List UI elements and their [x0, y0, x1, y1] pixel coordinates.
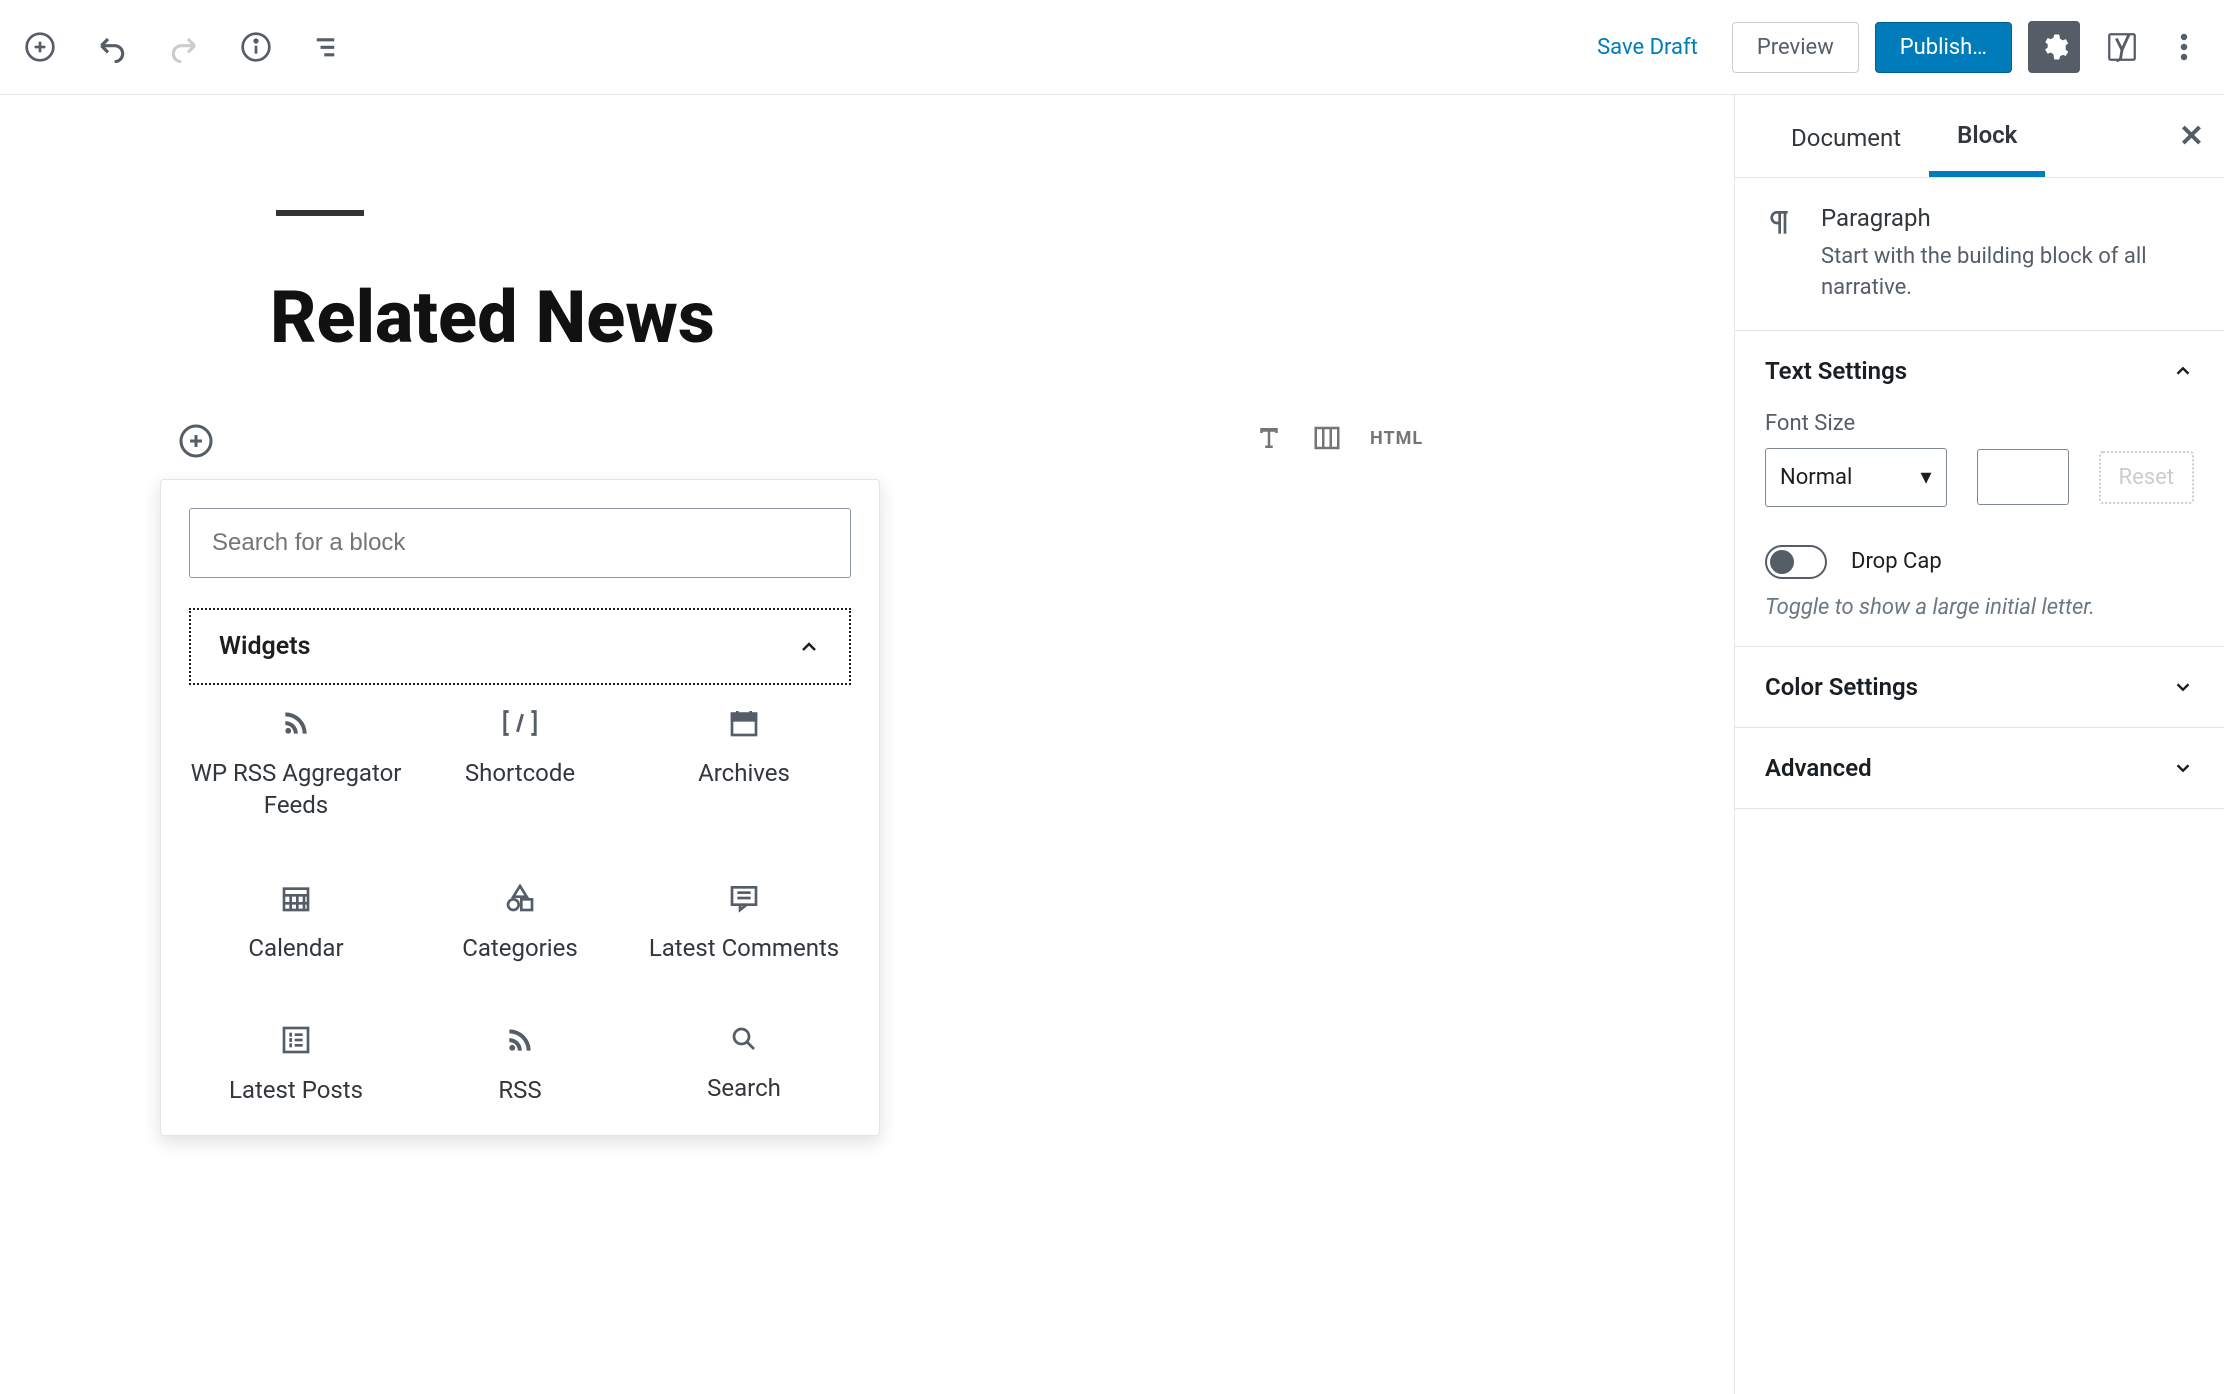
block-calendar[interactable]: Calendar — [189, 882, 403, 964]
text-settings-title: Text Settings — [1765, 357, 1907, 385]
redo-icon — [168, 31, 200, 63]
columns-icon — [1312, 423, 1342, 453]
columns-button[interactable] — [1312, 423, 1342, 453]
block-label: Shortcode — [465, 757, 575, 789]
chevron-up-icon — [797, 635, 821, 659]
block-label: Search — [707, 1072, 781, 1104]
block-label: Latest Posts — [229, 1074, 363, 1106]
advanced-header[interactable]: Advanced — [1765, 754, 2194, 782]
gear-icon — [2039, 32, 2069, 62]
font-size-reset-button[interactable]: Reset — [2099, 451, 2194, 504]
editor-canvas: Related News HTML Widgets WP RSS Aggrega… — [0, 95, 1734, 1394]
font-size-select[interactable]: Normal ▾ — [1765, 448, 1947, 507]
categories-icon — [504, 882, 536, 914]
chevron-down-icon — [2172, 676, 2194, 698]
html-button[interactable]: HTML — [1370, 428, 1423, 449]
block-navigation-button[interactable] — [308, 27, 348, 67]
chevron-down-icon — [2172, 757, 2194, 779]
rss-icon — [504, 1024, 536, 1056]
paragraph-icon — [1765, 204, 1797, 304]
title-separator — [276, 210, 364, 216]
close-sidebar-button[interactable]: ✕ — [2179, 119, 2204, 154]
add-block-button[interactable] — [20, 27, 60, 67]
block-shortcode[interactable]: Shortcode — [413, 707, 627, 822]
tab-document[interactable]: Document — [1763, 98, 1929, 174]
search-icon — [729, 1024, 759, 1054]
publish-button[interactable]: Publish… — [1875, 22, 2012, 73]
font-size-value: Normal — [1780, 465, 1852, 490]
advanced-title: Advanced — [1765, 754, 1872, 782]
block-name: Paragraph — [1821, 204, 2194, 232]
calendar-icon — [280, 882, 312, 914]
editor-toolbar: Save Draft Preview Publish… — [0, 0, 2224, 95]
block-description: Start with the building block of all nar… — [1821, 242, 2194, 304]
block-wp-rss-aggregator[interactable]: WP RSS Aggregator Feeds — [189, 707, 403, 822]
sidebar-tabs: Document Block ✕ — [1735, 95, 2224, 178]
block-label: Archives — [698, 757, 790, 789]
plus-circle-icon — [178, 423, 214, 459]
font-size-number-input[interactable] — [1977, 449, 2069, 505]
plus-circle-icon — [24, 31, 56, 63]
block-toolbar: HTML — [1254, 423, 1423, 453]
block-label: RSS — [498, 1074, 541, 1106]
block-label: WP RSS Aggregator Feeds — [189, 757, 403, 822]
dropdown-caret-icon: ▾ — [1921, 465, 1932, 490]
color-settings-panel: Color Settings — [1735, 647, 2224, 728]
kebab-icon — [2180, 32, 2188, 62]
advanced-panel: Advanced — [1735, 728, 2224, 809]
block-latest-comments[interactable]: Latest Comments — [637, 882, 851, 964]
shortcode-icon — [501, 707, 539, 739]
content-info-button[interactable] — [236, 27, 276, 67]
widgets-panel-header[interactable]: Widgets — [189, 608, 851, 685]
block-inserter-popover: Widgets WP RSS Aggregator Feeds Shortcod… — [160, 479, 880, 1136]
tab-block[interactable]: Block — [1929, 95, 2045, 177]
outline-icon — [313, 32, 343, 62]
text-settings-panel: Text Settings Font Size Normal ▾ Reset D… — [1735, 331, 2224, 647]
color-settings-header[interactable]: Color Settings — [1765, 673, 2194, 701]
settings-sidebar: Document Block ✕ Paragraph Start with th… — [1734, 95, 2224, 1394]
archives-icon — [728, 707, 760, 739]
preview-button[interactable]: Preview — [1732, 22, 1859, 73]
undo-icon — [96, 31, 128, 63]
block-label: Latest Comments — [649, 932, 839, 964]
inline-add-block-button[interactable] — [178, 423, 214, 459]
chevron-up-icon — [2172, 360, 2194, 382]
block-search[interactable]: Search — [637, 1024, 851, 1106]
block-label: Categories — [462, 932, 578, 964]
block-grid: WP RSS Aggregator Feeds Shortcode Archiv… — [189, 707, 851, 1107]
info-icon — [240, 31, 272, 63]
block-categories[interactable]: Categories — [413, 882, 627, 964]
drop-cap-toggle[interactable] — [1765, 545, 1827, 579]
block-rss[interactable]: RSS — [413, 1024, 627, 1106]
block-label: Calendar — [248, 932, 343, 964]
text-settings-header[interactable]: Text Settings — [1765, 357, 2194, 385]
block-search-input[interactable] — [189, 508, 851, 578]
toolbar-right: Save Draft Preview Publish… — [1579, 21, 2204, 73]
text-format-button[interactable] — [1254, 423, 1284, 453]
latest-posts-icon — [280, 1024, 312, 1056]
post-title[interactable]: Related News — [270, 275, 715, 360]
drop-cap-hint: Toggle to show a large initial letter. — [1765, 595, 2194, 620]
font-size-label: Font Size — [1765, 411, 2194, 436]
redo-button[interactable] — [164, 27, 204, 67]
save-draft-button[interactable]: Save Draft — [1579, 23, 1716, 72]
yoast-button[interactable] — [2096, 21, 2148, 73]
toolbar-left — [20, 27, 348, 67]
block-archives[interactable]: Archives — [637, 707, 851, 822]
comments-icon — [728, 882, 760, 914]
block-info-panel: Paragraph Start with the building block … — [1735, 178, 2224, 331]
yoast-icon — [2105, 30, 2139, 64]
rss-feed-icon — [280, 707, 312, 739]
color-settings-title: Color Settings — [1765, 673, 1918, 701]
block-latest-posts[interactable]: Latest Posts — [189, 1024, 403, 1106]
text-icon — [1254, 423, 1284, 453]
widgets-panel-label: Widgets — [219, 632, 310, 661]
undo-button[interactable] — [92, 27, 132, 67]
drop-cap-label: Drop Cap — [1851, 549, 1942, 574]
settings-toggle[interactable] — [2028, 21, 2080, 73]
more-options-button[interactable] — [2164, 27, 2204, 67]
